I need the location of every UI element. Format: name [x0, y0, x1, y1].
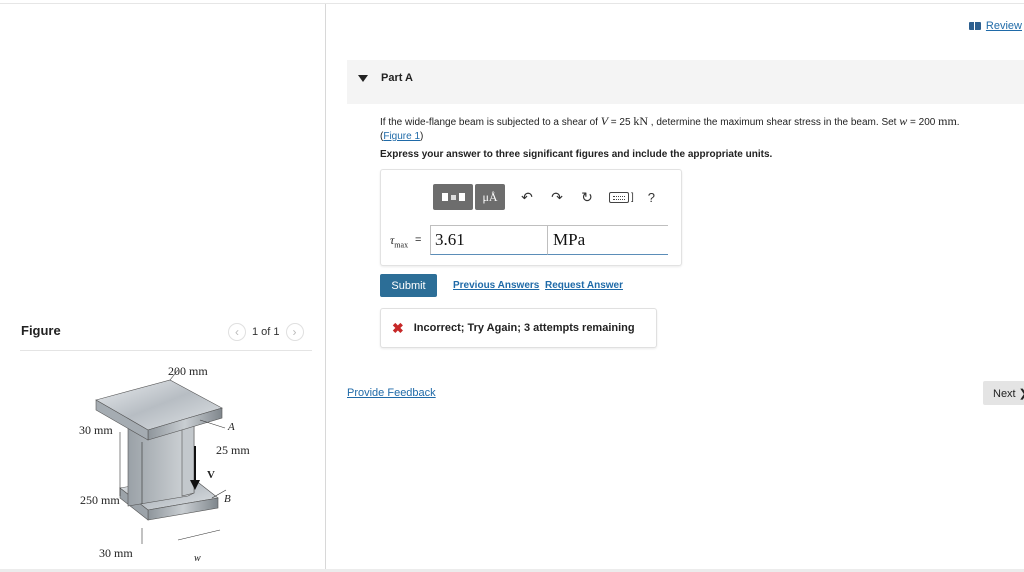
label-30mm-bottom: 30 mm — [99, 546, 133, 560]
next-button[interactable]: Next ❯ — [983, 381, 1024, 405]
figure-separator — [20, 350, 312, 351]
label-w: w — [194, 553, 201, 564]
question-text: If the wide-flange beam is subjected to … — [380, 114, 960, 142]
pane-divider — [325, 4, 326, 572]
math-toolbar: μÅ ↶ ↷ ↻ ] ? — [433, 184, 655, 210]
web-face — [181, 418, 195, 497]
label-25mm: 25 mm — [216, 443, 250, 457]
review-label: Review — [985, 20, 1022, 32]
undo-icon[interactable]: ↶ — [519, 189, 535, 206]
review-link[interactable]: Review — [968, 20, 1022, 32]
label-shear-v: V — [207, 469, 215, 481]
label-30mm-top: 30 mm — [79, 423, 113, 437]
label-200mm: 200 mm — [168, 364, 208, 378]
redo-icon[interactable]: ↷ — [549, 189, 565, 206]
part-a-header[interactable] — [347, 60, 1024, 104]
figure-link[interactable]: Figure 1 — [383, 131, 420, 142]
figure-pager: ‹ 1 of 1 › — [228, 323, 304, 341]
templates-icon[interactable] — [433, 184, 473, 210]
previous-answers-link[interactable]: Previous Answers — [453, 280, 539, 291]
label-point-b: B — [224, 493, 231, 505]
answer-variable: τmax — [390, 233, 409, 250]
provide-feedback-link[interactable]: Provide Feedback — [347, 387, 436, 399]
label-point-a: A — [227, 421, 235, 433]
keyboard-bracket-icon: ] — [631, 191, 634, 203]
unit-input[interactable]: MPa — [548, 225, 668, 255]
x-icon: ✖ — [392, 319, 404, 336]
chevron-right-icon[interactable]: › — [285, 323, 304, 341]
help-button[interactable]: ? — [648, 190, 655, 205]
beam-figure: 200 mm A 30 mm 25 mm V B 250 mm 30 mm w — [79, 364, 250, 564]
value-input[interactable]: 3.61 — [430, 225, 548, 255]
reset-icon[interactable]: ↻ — [579, 189, 595, 206]
keyboard-icon[interactable] — [609, 191, 629, 203]
caret-down-icon[interactable] — [358, 75, 368, 82]
book-icon — [968, 22, 981, 30]
instruction-text: Express your answer to three significant… — [380, 149, 773, 160]
feedback-message: Incorrect; Try Again; 3 attempts remaini… — [413, 322, 635, 334]
units-button[interactable]: μÅ — [475, 184, 505, 210]
chevron-left-icon[interactable]: ‹ — [228, 323, 246, 341]
equals-sign: = — [415, 234, 422, 246]
figure-title: Figure — [21, 323, 61, 338]
request-answer-link[interactable]: Request Answer — [545, 280, 623, 291]
label-250mm: 250 mm — [80, 493, 120, 507]
part-title: Part A — [381, 72, 413, 84]
feedback-box: ✖ Incorrect; Try Again; 3 attempts remai… — [380, 308, 657, 348]
submit-button[interactable]: Submit — [380, 274, 437, 297]
figure-page-count: 1 of 1 — [252, 326, 280, 338]
